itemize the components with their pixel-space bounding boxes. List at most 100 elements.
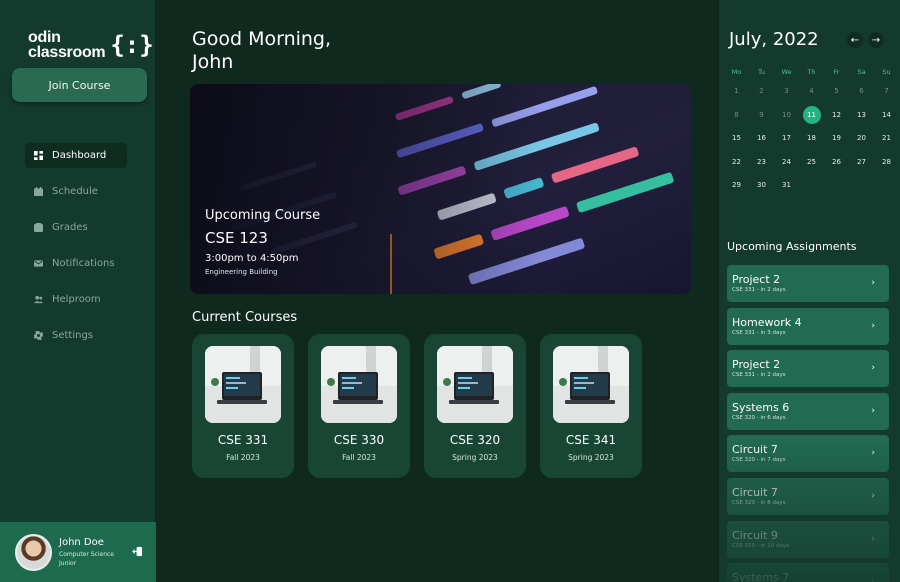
calendar-week: 29 30 31: [724, 174, 900, 198]
logout-icon[interactable]: [132, 546, 143, 557]
calendar-day[interactable]: 29: [724, 174, 749, 198]
weekday-label: Fr: [833, 68, 840, 76]
calendar-day[interactable]: 21: [874, 127, 899, 151]
prev-month-button[interactable]: ←: [847, 32, 863, 48]
sidebar-item-notifications[interactable]: Notifications: [25, 251, 127, 276]
next-month-button[interactable]: →: [868, 32, 884, 48]
calendar-day[interactable]: 9: [749, 104, 774, 128]
sidebar-item-settings[interactable]: Settings: [25, 323, 127, 348]
calendar-day[interactable]: 2: [749, 80, 774, 104]
sidebar-item-helproom[interactable]: Helproom: [25, 287, 127, 312]
calendar-day[interactable]: 15: [724, 127, 749, 151]
course-code: CSE 341: [565, 433, 617, 447]
calendar-day[interactable]: 25: [799, 151, 824, 175]
greeting-name: John: [192, 51, 234, 73]
chevron-right-icon: ›: [871, 490, 875, 501]
chevron-right-icon: ›: [871, 533, 875, 544]
course-card[interactable]: CSE 331 Fall 2023: [192, 334, 294, 478]
assignment-meta: CSE 331 - in 2 days: [732, 287, 786, 293]
gear-icon: [34, 331, 43, 340]
calendar-day[interactable]: 22: [724, 151, 749, 175]
assignment-card[interactable]: Homework 4 CSE 331 - in 3 days ›: [727, 307, 889, 345]
grades-icon: [34, 223, 43, 232]
assignment-card[interactable]: Project 2 CSE 331 - in 2 days ›: [727, 350, 889, 388]
calendar-day[interactable]: 26: [824, 151, 849, 175]
assignment-name: Project 2: [732, 358, 781, 372]
calendar-day[interactable]: 19: [824, 127, 849, 151]
assignment-card[interactable]: Circuit 7 CSE 320 - in 7 days ›: [727, 435, 889, 473]
assignment-meta: CSE 320 - in 8 days: [732, 499, 786, 506]
sidebar-item-label: Notifications: [52, 258, 115, 269]
logo-line1: odin: [28, 29, 61, 46]
sidebar-item-label: Settings: [52, 330, 94, 341]
weekday-label: Su: [882, 68, 891, 76]
calendar-day[interactable]: 17: [774, 127, 799, 151]
calendar-day[interactable]: 16: [749, 127, 774, 151]
sidebar-item-label: Grades: [52, 222, 88, 233]
calendar-day[interactable]: 4: [799, 80, 824, 104]
calendar-empty: [799, 174, 824, 198]
sidebar-item-label: Schedule: [52, 186, 98, 197]
assignment-card[interactable]: Systems 7 ›: [727, 563, 889, 582]
calendar-empty: [849, 174, 874, 198]
assignment-card[interactable]: Circuit 9 CSE 320 - in 10 days ›: [727, 520, 889, 558]
calendar-day[interactable]: 12: [824, 104, 849, 128]
chevron-right-icon: ›: [871, 405, 875, 416]
calendar-day[interactable]: 18: [799, 127, 824, 151]
calendar-day[interactable]: 6: [849, 80, 874, 104]
upcoming-course-banner[interactable]: Upcoming Course CSE 123 3:00pm to 4:50pm…: [190, 84, 691, 294]
logo[interactable]: odin classroom {:}: [28, 29, 154, 61]
avatar: [15, 533, 52, 571]
sidebar-item-grades[interactable]: Grades: [25, 215, 127, 240]
calendar-day[interactable]: 13: [849, 104, 874, 128]
calendar-day[interactable]: 24: [774, 151, 799, 175]
assignment-card[interactable]: Circuit 7 CSE 320 - in 8 days ›: [727, 477, 889, 515]
profile-name: John Doe: [59, 536, 104, 548]
calendar-day[interactable]: 8: [724, 104, 749, 128]
calendar-day[interactable]: 3: [774, 80, 799, 104]
assignment-meta: CSE 331 - in 2 days: [732, 372, 786, 379]
calendar-day[interactable]: 28: [874, 151, 899, 175]
assignment-card[interactable]: Project 2 CSE 331 - in 2 days ›: [727, 265, 889, 302]
user-profile[interactable]: John Doe Computer Science Junior: [0, 522, 156, 582]
calendar-day[interactable]: 5: [824, 80, 849, 104]
chevron-right-icon: ›: [871, 576, 875, 582]
sidebar-item-schedule[interactable]: Schedule: [25, 179, 127, 204]
weekday-header: Mo Tu We Th Fr Sa Su: [724, 64, 900, 80]
current-courses-title: Current Courses: [192, 310, 298, 325]
course-card[interactable]: CSE 330 Fall 2023: [308, 334, 410, 478]
calendar-day[interactable]: 31: [774, 174, 799, 198]
logo-mark: {:}: [110, 31, 154, 59]
assignment-name: Circuit 9: [732, 528, 778, 542]
join-course-button[interactable]: Join Course: [12, 68, 147, 102]
calendar-day[interactable]: 27: [849, 151, 874, 175]
assignment-name: Circuit 7: [732, 443, 778, 457]
calendar-month: July, 2022: [729, 29, 819, 50]
weekday-label: We: [781, 68, 792, 76]
course-card[interactable]: CSE 341 Spring 2023: [540, 334, 642, 478]
calendar-day[interactable]: 20: [849, 127, 874, 151]
banner-time: 3:00pm to 4:50pm: [205, 253, 299, 264]
calendar-day[interactable]: 10: [774, 104, 799, 128]
weekday-label: Th: [807, 68, 816, 76]
calendar-week: 22 23 24 25 26 27 28: [724, 151, 900, 175]
profile-year: Junior: [59, 559, 77, 567]
assignment-meta: CSE 320 - in 10 days: [732, 542, 790, 549]
sidebar-item-label: Dashboard: [52, 150, 107, 161]
chevron-right-icon: ›: [871, 363, 875, 374]
calendar-day[interactable]: 1: [724, 80, 749, 104]
calendar-day[interactable]: 14: [874, 104, 899, 128]
calendar-day[interactable]: 30: [749, 174, 774, 198]
course-card[interactable]: CSE 320 Spring 2023: [424, 334, 526, 478]
greeting-line1: Good Morning,: [192, 28, 332, 50]
course-image: [321, 346, 397, 423]
calendar-empty: [824, 174, 849, 198]
course-term: Fall 2023: [226, 453, 260, 462]
chevron-right-icon: ›: [871, 448, 875, 459]
assignment-card[interactable]: Systems 6 CSE 320 - in 6 days ›: [727, 392, 889, 430]
calendar-day-today[interactable]: 11: [799, 104, 824, 128]
calendar-week: 8 9 10 11 12 13 14: [724, 104, 900, 128]
calendar-day[interactable]: 23: [749, 151, 774, 175]
calendar-day[interactable]: 7: [874, 80, 899, 104]
sidebar-item-dashboard[interactable]: Dashboard: [25, 143, 127, 168]
